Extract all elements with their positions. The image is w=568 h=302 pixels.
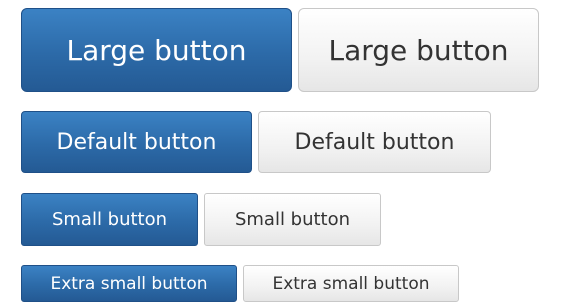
extra-small-buttons-row: Extra small button Extra small button	[21, 265, 459, 302]
default-secondary-button[interactable]: Default button	[258, 111, 491, 173]
default-primary-button[interactable]: Default button	[21, 111, 252, 173]
extra-small-secondary-button[interactable]: Extra small button	[243, 265, 459, 302]
small-buttons-row: Small button Small button	[21, 193, 381, 246]
large-buttons-row: Large button Large button	[21, 8, 539, 92]
large-secondary-button[interactable]: Large button	[298, 8, 539, 92]
default-buttons-row: Default button Default button	[21, 111, 491, 173]
extra-small-primary-button[interactable]: Extra small button	[21, 265, 237, 302]
small-secondary-button[interactable]: Small button	[204, 193, 381, 246]
small-primary-button[interactable]: Small button	[21, 193, 198, 246]
large-primary-button[interactable]: Large button	[21, 8, 292, 92]
